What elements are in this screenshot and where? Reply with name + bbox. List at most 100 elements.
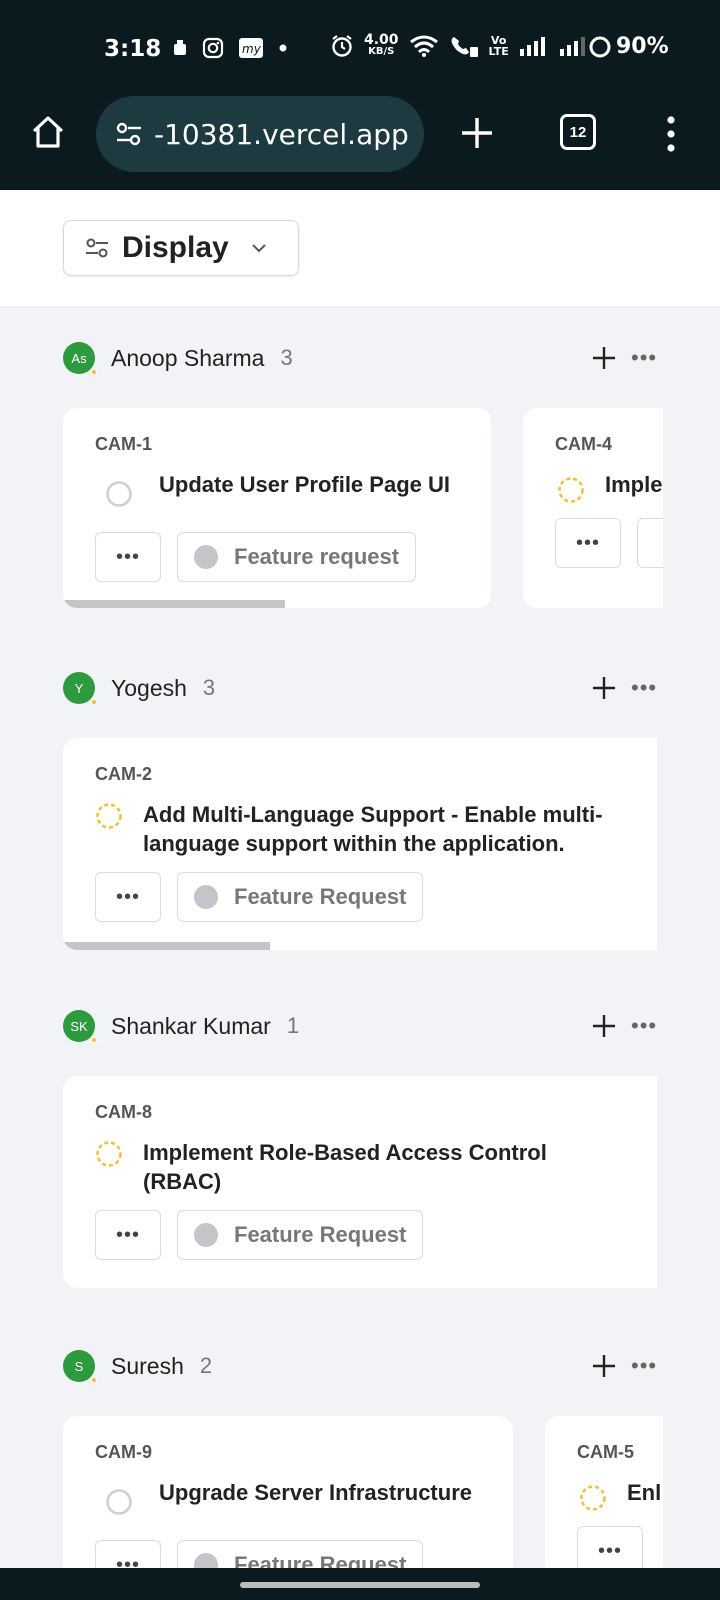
- more-options-button[interactable]: •••: [555, 518, 621, 568]
- label-color-dot: [194, 885, 218, 909]
- issue-card[interactable]: CAM-4 Imple •••: [523, 408, 663, 608]
- issue-id: CAM-4: [555, 434, 612, 454]
- gesture-handle[interactable]: [240, 1582, 480, 1588]
- board-toolbar: Display: [0, 190, 720, 306]
- avatar: SK: [63, 1010, 97, 1043]
- label-tag[interactable]: Feature Request: [177, 1210, 424, 1260]
- group-name: Shankar Kumar: [111, 1012, 271, 1039]
- issue-id: CAM-8: [95, 1102, 152, 1122]
- wifi-call-icon: [451, 37, 478, 57]
- issue-title[interactable]: Update User Profile Page UI: [159, 470, 450, 499]
- group-count: 3: [280, 345, 293, 370]
- label-tag[interactable]: Feature Request: [177, 872, 424, 922]
- url-text[interactable]: -10381.vercel.app: [154, 118, 409, 151]
- issue-id: CAM-9: [95, 1442, 152, 1462]
- group-more-icon[interactable]: •••: [631, 677, 657, 699]
- label-tag[interactable]: Feature Request: [177, 1540, 424, 1568]
- more-options-button[interactable]: •••: [95, 532, 161, 582]
- sliders-icon: [86, 238, 108, 258]
- status-dot: [91, 1377, 97, 1383]
- group-name: Anoop Sharma: [111, 344, 265, 371]
- volte-label: Vo LTE: [488, 34, 509, 58]
- issue-title[interactable]: Upgrade Server Infrastructure: [159, 1478, 472, 1507]
- group-name: Yogesh: [111, 674, 187, 701]
- board-content: As Anoop Sharma 3 ••• CAM-1 Update User …: [0, 306, 720, 1568]
- group-more-icon[interactable]: •••: [631, 1015, 657, 1037]
- app-icon: my: [239, 38, 263, 58]
- notification-icon: [174, 40, 186, 55]
- label-text: Feature Request: [234, 1222, 407, 1247]
- in-progress-status-icon[interactable]: [557, 476, 585, 504]
- status-dot: [91, 699, 97, 705]
- issue-title[interactable]: Imple: [605, 470, 662, 499]
- label-tag[interactable]: [637, 518, 663, 568]
- status-bar: 3:18 my 4.00 KB/S Vo LTE 90%: [0, 0, 720, 96]
- group-more-icon[interactable]: •••: [631, 347, 657, 369]
- status-dot: [91, 369, 97, 375]
- battery-icon: [589, 36, 611, 57]
- issue-id: CAM-5: [577, 1442, 634, 1462]
- avatar: As: [63, 342, 97, 375]
- issue-title[interactable]: Enl: [627, 1478, 661, 1507]
- wifi-icon: [409, 35, 438, 57]
- more-options-button[interactable]: •••: [95, 1540, 161, 1568]
- group-count: 3: [202, 675, 216, 700]
- in-progress-status-icon[interactable]: [579, 1484, 607, 1512]
- display-button[interactable]: Display: [63, 220, 299, 276]
- issue-card[interactable]: CAM-9 Upgrade Server Infrastructure ••• …: [63, 1416, 513, 1568]
- avatar: Y: [63, 672, 97, 705]
- instagram-icon: [202, 37, 224, 59]
- signal-icon: [519, 37, 545, 56]
- clock: 3:18: [104, 36, 162, 62]
- more-options-button[interactable]: •••: [95, 872, 161, 922]
- issue-id: CAM-1: [95, 434, 152, 454]
- issue-title[interactable]: Add Multi-Language Support - Enable mult…: [143, 800, 603, 858]
- group-header: SK Shankar Kumar 1 •••: [63, 1006, 663, 1046]
- more-options-button[interactable]: •••: [577, 1526, 643, 1568]
- battery: 90%: [588, 34, 669, 59]
- chevron-down-icon: [252, 244, 266, 253]
- avatar: S: [63, 1350, 97, 1383]
- horizontal-scrollbar[interactable]: [63, 942, 270, 950]
- add-issue-icon[interactable]: [588, 672, 620, 704]
- home-icon[interactable]: [28, 112, 68, 152]
- alarm-icon: [332, 35, 352, 57]
- status-dot: [91, 1037, 97, 1043]
- horizontal-scrollbar[interactable]: [63, 600, 285, 608]
- group-header: S Suresh 2 •••: [63, 1346, 663, 1386]
- label-tag[interactable]: Feature request: [177, 532, 417, 582]
- todo-status-icon[interactable]: [105, 1488, 133, 1516]
- issue-card[interactable]: CAM-1 Update User Profile Page UI ••• Fe…: [63, 408, 491, 608]
- issue-card[interactable]: CAM-5 Enl •••: [545, 1416, 663, 1568]
- in-progress-status-icon[interactable]: [95, 1140, 123, 1168]
- issue-title[interactable]: Implement Role-Based Access Control (RBA…: [143, 1138, 547, 1196]
- tab-switcher-button[interactable]: 12: [560, 114, 596, 150]
- new-tab-icon[interactable]: [458, 114, 496, 152]
- issue-card[interactable]: CAM-2 Add Multi-Language Support - Enabl…: [63, 738, 657, 950]
- network-speed: 4.00 KB/S: [364, 32, 399, 57]
- group-count: 1: [286, 1013, 300, 1038]
- overflow-menu-icon[interactable]: [664, 114, 678, 154]
- group-header: Y Yogesh 3 •••: [63, 668, 663, 708]
- label-color-dot: [194, 1553, 218, 1568]
- browser-toolbar: -10381.vercel.app 12: [0, 96, 720, 190]
- add-issue-icon[interactable]: [588, 1010, 620, 1042]
- dot-icon: [279, 44, 287, 52]
- group-name: Suresh: [111, 1352, 184, 1379]
- label-text: Feature Request: [234, 884, 407, 909]
- issue-id: CAM-2: [95, 764, 152, 784]
- issue-card[interactable]: CAM-8 Implement Role-Based Access Contro…: [63, 1076, 657, 1288]
- add-issue-icon[interactable]: [588, 1350, 620, 1382]
- add-issue-icon[interactable]: [588, 342, 620, 374]
- signal-icon-2: [559, 37, 585, 56]
- group-more-icon[interactable]: •••: [631, 1355, 657, 1377]
- todo-status-icon[interactable]: [105, 480, 133, 508]
- label-color-dot: [194, 1223, 218, 1247]
- site-settings-icon[interactable]: [114, 119, 144, 149]
- in-progress-status-icon[interactable]: [95, 802, 123, 830]
- group-header: As Anoop Sharma 3 •••: [63, 338, 663, 378]
- address-bar[interactable]: -10381.vercel.app: [96, 96, 424, 172]
- more-options-button[interactable]: •••: [95, 1210, 161, 1260]
- label-text: Feature Request: [234, 1552, 407, 1568]
- label-color-dot: [194, 545, 218, 569]
